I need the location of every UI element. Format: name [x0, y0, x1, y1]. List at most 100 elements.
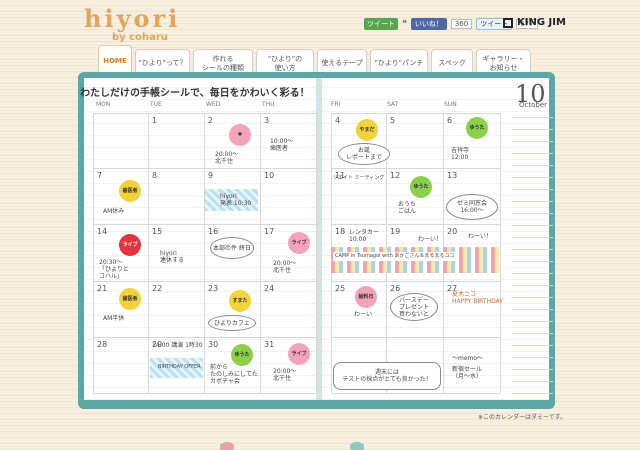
speech-bubble: ひよりカフェ: [208, 315, 256, 331]
event-note: BIRTHDAY OFFER: [158, 364, 201, 370]
facebook-like-button[interactable]: いいね！: [410, 18, 447, 30]
decor-dot: [350, 442, 364, 450]
sticker-stamp: 給料日: [355, 286, 377, 308]
day-number: 18: [335, 227, 346, 237]
event-note: 20:00〜 北千住: [273, 368, 297, 382]
weekday-label: SAT: [387, 101, 399, 108]
day-number: 1: [152, 116, 158, 125]
speech-bubble: 本部の件 終日: [210, 237, 254, 259]
weekday-label: THU: [262, 101, 275, 108]
sticker-stamp: すまた: [229, 290, 251, 312]
day-number: 6: [447, 116, 453, 125]
day-number: 24: [264, 283, 275, 293]
speech-bubble: バースデー プレゼント 買わないと: [390, 293, 438, 321]
calendar-day-cell: 1: [149, 113, 205, 170]
calendar-day-cell: 22: [149, 281, 205, 338]
event-note: わーい: [354, 311, 373, 318]
calendar-day-cell: 24: [261, 281, 317, 338]
day-number: 15: [152, 227, 163, 237]
event-note: 10:00〜 歯医者: [270, 138, 294, 152]
brand-logo[interactable]: KING JIM: [503, 17, 566, 28]
day-number: 9: [208, 171, 214, 181]
decor-dot: [220, 442, 234, 450]
sticker-stamp: ゆうた: [466, 117, 488, 139]
speech-bubble: ゼミ同窓会 16:00〜: [446, 194, 498, 220]
bottom-decoration: [200, 440, 400, 450]
calendar-heading: わたしだけの手帳シールで、毎日をかわいく彩る！: [80, 88, 310, 99]
dummy-footnote: ※このカレンダーはダミーです。: [478, 414, 567, 421]
day-number: 30: [208, 339, 219, 349]
weekday-label: SUN: [444, 101, 457, 108]
event-note: わーい！: [468, 233, 493, 240]
day-number: 25: [335, 283, 346, 293]
brand-name: KING JIM: [517, 17, 566, 28]
day-number: 26: [390, 283, 401, 293]
day-number: 20: [447, 227, 458, 237]
site-logo[interactable]: hiyori by coharu: [84, 6, 194, 48]
day-number: 19: [390, 227, 401, 237]
calendar-day-cell: [93, 113, 149, 170]
event-note: 14:00 講演 1時30: [152, 342, 203, 349]
day-number: 13: [447, 171, 458, 181]
memo-label: 〜memo〜: [452, 355, 484, 362]
day-number: 16: [208, 227, 219, 237]
sticker-stamp: 歯医者: [119, 288, 141, 310]
logo-subtitle: by coharu: [112, 32, 168, 43]
sticker-stamp: ライブ: [288, 232, 310, 254]
sticker-stamp: ゆうた: [231, 344, 253, 366]
day-number: 10: [264, 171, 275, 181]
event-note: 前から たのしみにしてた カボチャ会: [210, 364, 258, 385]
day-number: 31: [264, 339, 275, 349]
weekday-label: MON: [96, 101, 111, 108]
speech-bubble: お誕 レポートまで: [338, 143, 390, 165]
event-note: 20:30〜 「ひよりと コハル」: [99, 259, 129, 280]
sticker-flower-icon: ♥: [229, 124, 251, 146]
day-number: 17: [264, 227, 275, 237]
day-number: 4: [335, 116, 341, 125]
day-number: 7: [97, 171, 103, 181]
sticker-stamp: ライブ: [119, 234, 141, 256]
calendar-day-cell: 10: [261, 169, 317, 226]
event-note: おうち ごはん: [398, 201, 417, 215]
day-number: 2: [208, 116, 214, 125]
day-number: 8: [152, 171, 158, 181]
sticker-stamp: 歯医者: [119, 180, 141, 202]
calendar-day-cell: 5: [387, 113, 444, 170]
event-note: AM半休: [103, 315, 125, 322]
event-note: 吉祥寺 12:00: [451, 147, 470, 161]
calendar-day-cell: 31: [261, 337, 317, 394]
month-name: October: [519, 101, 548, 109]
day-number: 3: [264, 116, 270, 125]
logo-text: hiyori: [84, 4, 181, 33]
share-button-green[interactable]: ツイート: [364, 18, 398, 30]
calendar-day-cell: 8: [149, 169, 205, 226]
share-chat-icon[interactable]: ❝: [402, 19, 407, 29]
weekday-label: FRI: [331, 101, 341, 108]
sticker-stamp: やまだ: [356, 119, 378, 141]
event-note: リエイト ミーティング: [333, 175, 385, 181]
event-note: 20:00〜 北千住: [273, 260, 297, 274]
event-note: 20:00〜 北千住: [215, 151, 239, 165]
day-number: 12: [390, 171, 401, 181]
day-number: 21: [97, 283, 108, 293]
weekday-label: TUE: [150, 101, 162, 108]
like-count: 360: [450, 19, 473, 29]
day-number: 5: [390, 116, 396, 125]
sticker-stamp: ライブ: [288, 343, 310, 365]
event-note: わーい！: [418, 236, 443, 243]
day-number: 22: [152, 283, 163, 293]
event-note: 夏木ニコ HAPPY BIRTHDAY: [452, 291, 503, 305]
event-note: hiyori 発表 10:30: [220, 193, 252, 207]
brand-square-icon: [503, 17, 513, 28]
event-note: hiyori 連休する: [160, 250, 185, 264]
memo-text: 新宿セール （月〜水）: [452, 366, 483, 380]
day-number: 23: [208, 283, 219, 293]
event-note: レンタカー 10:00: [349, 229, 380, 243]
event-note: CAMP in Tsumagoi with あかごさん＆まるまるココ: [333, 252, 457, 261]
memo-column: [512, 113, 553, 394]
weekday-label: WED: [206, 101, 221, 108]
event-note: AM休み: [103, 208, 125, 215]
speech-bubble: 週末には テストの採点がとても良かった！: [333, 362, 441, 390]
calendar-day-cell: 28: [93, 337, 149, 394]
sticker-stamp: ゆうた: [410, 176, 432, 198]
